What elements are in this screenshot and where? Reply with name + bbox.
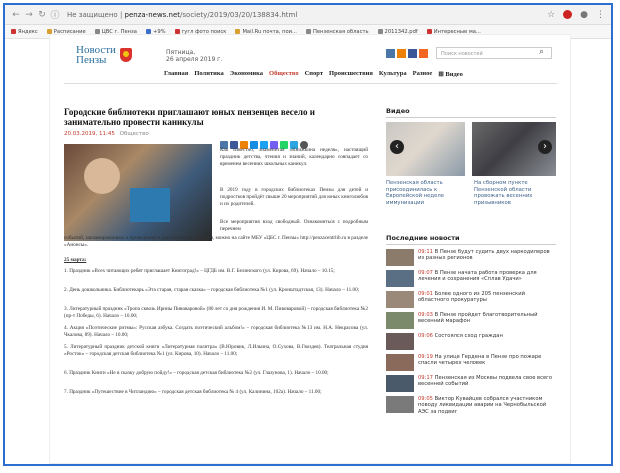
- news-item[interactable]: 09:06 Состоялся сход граждан: [386, 333, 556, 350]
- vk-icon[interactable]: [386, 49, 395, 58]
- bookmark[interactable]: ЦВС г. Пенза: [94, 29, 137, 35]
- bookmark[interactable]: Пензенская область: [305, 29, 369, 35]
- bookmark[interactable]: Mail.Ru почта, пои...: [235, 29, 297, 35]
- video-block: Видео ‹ › Пензенская область присоединил…: [386, 107, 556, 206]
- bookmark-icon: [235, 29, 241, 34]
- address-bar[interactable]: ← → ↻ ⓘ Не защищено | penza-news.net/soc…: [5, 5, 611, 25]
- latest-news-block: Последние новости 09:11 В Пензе будут су…: [386, 234, 556, 415]
- facebook-icon[interactable]: [408, 49, 417, 58]
- schedule-item: 7. Праздник «Путешествие в Читландию» – …: [64, 389, 322, 395]
- current-date: Пятница, 26 апреля 2019 г.: [166, 49, 223, 63]
- menu-icon[interactable]: ⋮: [596, 10, 605, 20]
- video-caption[interactable]: Пензенская область присоединилась к Евро…: [386, 180, 468, 206]
- news-item[interactable]: 09:03 В Пензе пройдет благотворительный …: [386, 312, 556, 329]
- schedule-item: 5. Литературный праздник детской книги «…: [64, 344, 368, 357]
- bookmark[interactable]: Яндекс: [11, 29, 38, 35]
- news-item[interactable]: 09:17 Пензенская из Москвы подвела свое …: [386, 375, 556, 392]
- schedule-item: 6. Праздник Книги «Не в сказку добрую по…: [64, 370, 329, 376]
- nav-item-sport[interactable]: Спорт: [305, 70, 323, 78]
- bookmark[interactable]: 2011342.pdf: [377, 29, 418, 35]
- bookmark-star-icon[interactable]: ☆: [547, 10, 555, 20]
- news-item[interactable]: 09:01 Более одного из 205 пензенский обл…: [386, 291, 556, 308]
- nav-item-society[interactable]: Общество: [269, 70, 299, 78]
- news-thumbnail: [386, 270, 414, 287]
- coat-of-arms-icon: [119, 48, 132, 62]
- article-meta: 20.03.2019, 11:45 Общество: [64, 131, 368, 137]
- article: Городские библиотеки приглашают юных пен…: [64, 107, 368, 395]
- nav-item-incidents[interactable]: Происшествия: [329, 70, 373, 78]
- profile-icon[interactable]: ●: [580, 10, 588, 20]
- rss-icon[interactable]: [419, 49, 428, 58]
- schedule-item: 4. Акция «Поэтические ритмы»: Русская аз…: [64, 325, 368, 338]
- nav-item-home[interactable]: Главная: [164, 70, 188, 78]
- news-thumbnail: [386, 333, 414, 350]
- nav-item-economy[interactable]: Экономика: [230, 70, 263, 78]
- article-title: Городские библиотеки приглашают юных пен…: [64, 107, 315, 127]
- security-label: Не защищено: [67, 10, 118, 19]
- article-paragraph: В 2019 году в городских библиотеках Пенз…: [220, 187, 369, 207]
- site-page: Новости Пензы Пятница, 26 апреля 2019 г.…: [50, 35, 570, 463]
- nav-item-culture[interactable]: Культура: [379, 70, 407, 78]
- article-paragraph: Все мероприятия вход свободный. Ознакоми…: [220, 219, 368, 232]
- url-path: /society/2019/03/20/138834.html: [180, 10, 298, 19]
- social-links: [386, 49, 428, 58]
- bookmark-icon: [146, 29, 151, 34]
- bookmark-icon: [46, 29, 52, 34]
- news-thumbnail: [386, 312, 414, 329]
- bookmark[interactable]: Расписание: [46, 29, 86, 35]
- video-block-title: Видео: [386, 107, 556, 118]
- schedule-heading: 25 марта:: [64, 257, 87, 263]
- main-nav: Главная Политика Экономика Общество Спор…: [164, 70, 463, 78]
- back-icon[interactable]: ←: [11, 10, 21, 20]
- bookmark-icon: [426, 29, 432, 34]
- info-icon[interactable]: ⓘ: [50, 8, 60, 21]
- schedule-item: 2. День дошкольника. Библиотекарь «Эта с…: [64, 287, 360, 293]
- article-paragraph: событий, запланированных к проведению в …: [64, 235, 368, 248]
- article-photo: [64, 144, 212, 241]
- forward-icon[interactable]: →: [24, 10, 34, 20]
- odnoklassniki-icon[interactable]: [397, 49, 406, 58]
- news-item[interactable]: 09:11 В Пензе будут судить двух наркодил…: [386, 249, 556, 266]
- news-thumbnail: [386, 291, 414, 308]
- bookmark-icon: [377, 29, 383, 34]
- news-thumbnail: [386, 396, 414, 413]
- bookmark[interactable]: Интересные ма...: [426, 29, 481, 35]
- nav-item-video[interactable]: ⊞ Видео: [438, 70, 463, 78]
- logo-line2: Пензы: [76, 54, 107, 66]
- nav-item-misc[interactable]: Разное: [413, 70, 433, 78]
- search-icon[interactable]: ⌕: [539, 47, 544, 57]
- nav-item-politics[interactable]: Политика: [194, 70, 223, 78]
- news-thumbnail: [386, 354, 414, 371]
- reload-icon[interactable]: ↻: [37, 10, 47, 20]
- latest-news-title: Последние новости: [386, 234, 556, 245]
- header-divider: [64, 83, 557, 84]
- article-paragraph: Как известно, знаменитая «Книжкина недел…: [220, 147, 368, 167]
- carousel-next-icon[interactable]: ›: [538, 140, 552, 154]
- schedule-item: 3. Литературный праздник «Тропа сквозь И…: [64, 306, 368, 319]
- url-text[interactable]: Не защищено | penza-news.net/society/201…: [67, 11, 547, 19]
- bookmark[interactable]: гугл фото поиск: [174, 29, 226, 35]
- article-date: 20.03.2019, 11:45: [64, 131, 115, 137]
- news-item[interactable]: 09:19 На улице Гердена в Пензе про пожар…: [386, 354, 556, 371]
- news-item[interactable]: 09:05 Виктор Кувайцев собрался участнико…: [386, 396, 556, 415]
- yandex-icon: [11, 29, 16, 34]
- bookmark-icon: [94, 29, 100, 34]
- search-input[interactable]: Поиск новостей: [436, 47, 552, 59]
- news-thumbnail: [386, 375, 414, 392]
- schedule-item: 1. Праздник «Всех читающих ребят приглаш…: [64, 268, 335, 274]
- extension-icon[interactable]: [563, 10, 573, 19]
- video-carousel: ‹ ›: [386, 122, 556, 176]
- bookmark-icon: [174, 29, 180, 34]
- article-category[interactable]: Общество: [120, 131, 149, 137]
- video-caption[interactable]: На сборном пункте Пензенской области про…: [474, 180, 556, 206]
- news-item[interactable]: 09:07 В Пензе начата работа проверка для…: [386, 270, 556, 287]
- bookmark-icon: [305, 29, 311, 34]
- news-thumbnail: [386, 249, 414, 266]
- url-host: penza-news.net: [124, 10, 181, 19]
- site-logo[interactable]: Новости Пензы: [76, 45, 132, 66]
- video-captions: Пензенская область присоединилась к Евро…: [386, 180, 556, 206]
- carousel-prev-icon[interactable]: ‹: [390, 140, 404, 154]
- bookmark[interactable]: +9%: [146, 29, 166, 35]
